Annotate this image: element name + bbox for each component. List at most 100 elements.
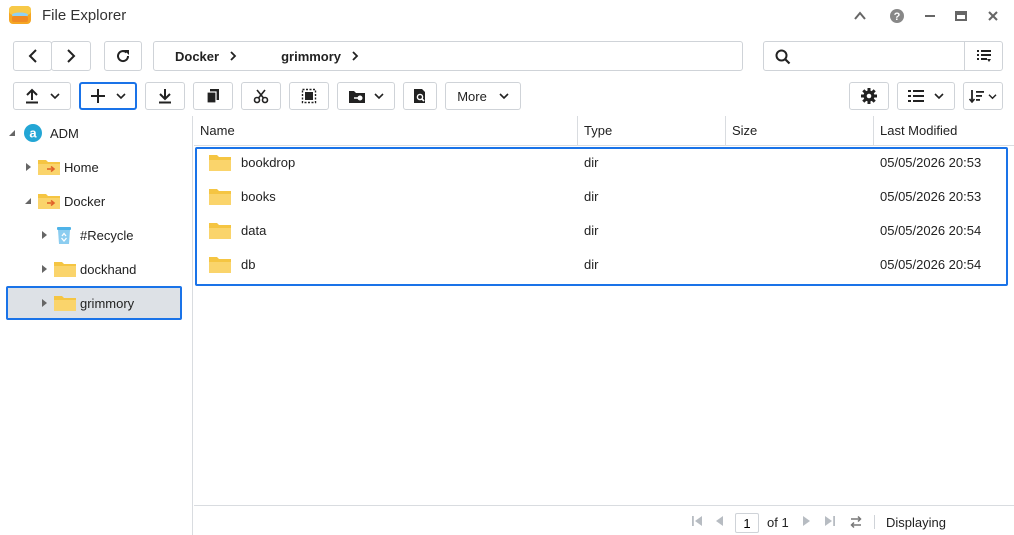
select-all-button[interactable] (289, 82, 329, 110)
copy-button[interactable] (193, 82, 233, 110)
chevron-down-icon (374, 93, 384, 100)
svg-text:?: ? (894, 11, 901, 23)
chevron-down-icon (988, 93, 997, 99)
last-page-icon[interactable] (824, 515, 836, 527)
folder-icon (209, 155, 231, 171)
column-header-size[interactable]: Size (726, 116, 874, 146)
chevron-down-icon (116, 93, 126, 100)
previous-page-icon[interactable] (714, 515, 724, 527)
divider (874, 515, 875, 529)
nas-icon: a (23, 123, 43, 143)
tree-item-home[interactable]: Home (24, 152, 99, 182)
file-modified: 05/05/2026 20:54 (880, 223, 982, 238)
download-icon (159, 89, 171, 104)
download-button[interactable] (145, 82, 185, 110)
plus-icon (91, 89, 105, 103)
pager-footer: of 1 Displaying (194, 505, 1014, 535)
filter-list-icon (977, 50, 991, 62)
caret-collapsed-icon[interactable] (24, 163, 32, 171)
search-input[interactable] (798, 46, 958, 66)
folder-icon (53, 294, 77, 312)
chevron-down-icon (934, 93, 944, 100)
refresh-list-icon[interactable] (849, 515, 863, 529)
shared-folder-icon (37, 192, 61, 210)
advanced-search-button[interactable] (965, 42, 1003, 70)
folder-icon (209, 257, 231, 273)
caret-collapsed-icon[interactable] (40, 265, 48, 273)
file-type: dir (584, 223, 599, 238)
caret-expanded-icon[interactable] (8, 129, 16, 137)
shared-folder-icon (37, 158, 61, 176)
tree-item-adm[interactable]: a ADM (8, 118, 79, 148)
file-name: db (241, 257, 256, 272)
share-folder-button[interactable] (337, 82, 395, 110)
scissors-icon (253, 89, 269, 104)
create-button[interactable] (79, 82, 137, 110)
help-icon[interactable]: ? (887, 6, 907, 26)
cut-button[interactable] (241, 82, 281, 110)
breadcrumb-item-grimmory[interactable]: grimmory (281, 49, 341, 64)
chevron-down-icon (50, 93, 60, 100)
chevron-right-icon (67, 49, 76, 63)
collapse-icon[interactable] (850, 6, 870, 26)
tree-item-docker[interactable]: Docker (24, 186, 105, 216)
tree-item-dockhand[interactable]: dockhand (40, 254, 136, 284)
minimize-icon[interactable] (920, 6, 940, 26)
file-name: books (241, 189, 276, 204)
table-row[interactable]: data dir 05/05/2026 20:54 (197, 214, 1006, 248)
file-name: bookdrop (241, 155, 296, 170)
file-search-icon (414, 89, 425, 103)
more-label: More (457, 88, 487, 104)
refresh-icon (117, 50, 130, 63)
maximize-icon[interactable] (951, 6, 971, 26)
back-button[interactable] (13, 41, 52, 71)
file-type: dir (584, 189, 599, 204)
tree-item-label: Home (64, 159, 99, 175)
table-row[interactable]: bookdrop dir 05/05/2026 20:53 (197, 146, 1006, 180)
file-type: dir (584, 257, 599, 272)
column-header-last-modified[interactable]: Last Modified (874, 116, 1014, 146)
settings-button[interactable] (849, 82, 889, 110)
tree-item-grimmory[interactable]: grimmory (40, 288, 134, 318)
displaying-label: Displaying (886, 515, 946, 530)
table-row[interactable]: books dir 05/05/2026 20:53 (197, 180, 1006, 214)
upload-button[interactable] (13, 82, 71, 110)
find-in-folder-button[interactable] (403, 82, 437, 110)
close-icon[interactable] (983, 6, 1003, 26)
title-bar: File Explorer ? (0, 0, 1014, 34)
forward-button[interactable] (51, 41, 91, 71)
breadcrumb-item-docker[interactable]: Docker (175, 49, 219, 64)
more-button[interactable]: More (445, 82, 521, 110)
next-page-icon[interactable] (802, 515, 812, 527)
caret-collapsed-icon[interactable] (40, 231, 48, 239)
page-number-input[interactable] (735, 513, 759, 533)
file-type: dir (584, 155, 599, 170)
chevron-left-icon (28, 49, 37, 63)
tree-item-label: dockhand (80, 261, 137, 277)
column-header-type[interactable]: Type (578, 116, 726, 146)
tree-item-recycle[interactable]: #Recycle (40, 220, 133, 250)
search-box (763, 41, 1003, 71)
table-row[interactable]: db dir 05/05/2026 20:54 (197, 248, 1006, 282)
first-page-icon[interactable] (691, 515, 703, 527)
sort-icon (969, 90, 984, 103)
file-modified: 05/05/2026 20:54 (880, 257, 982, 272)
folder-share-icon (349, 91, 365, 103)
file-modified: 05/05/2026 20:53 (880, 189, 982, 204)
sort-button[interactable] (963, 82, 1003, 110)
page-count-label: of 1 (767, 515, 789, 530)
view-mode-button[interactable] (897, 82, 955, 110)
chevron-right-icon (229, 50, 237, 62)
copy-icon (206, 89, 219, 104)
select-all-icon (301, 88, 317, 104)
caret-collapsed-icon[interactable] (40, 299, 48, 307)
recycle-bin-icon (56, 225, 72, 245)
refresh-button[interactable] (104, 41, 142, 71)
column-header-name[interactable]: Name (194, 116, 578, 146)
file-explorer-app-icon (8, 4, 32, 26)
folder-icon (53, 260, 77, 278)
breadcrumb: Docker grimmory (153, 41, 743, 71)
window-title: File Explorer (42, 7, 127, 24)
tree-item-label: grimmory (80, 295, 135, 311)
caret-expanded-icon[interactable] (24, 197, 32, 205)
